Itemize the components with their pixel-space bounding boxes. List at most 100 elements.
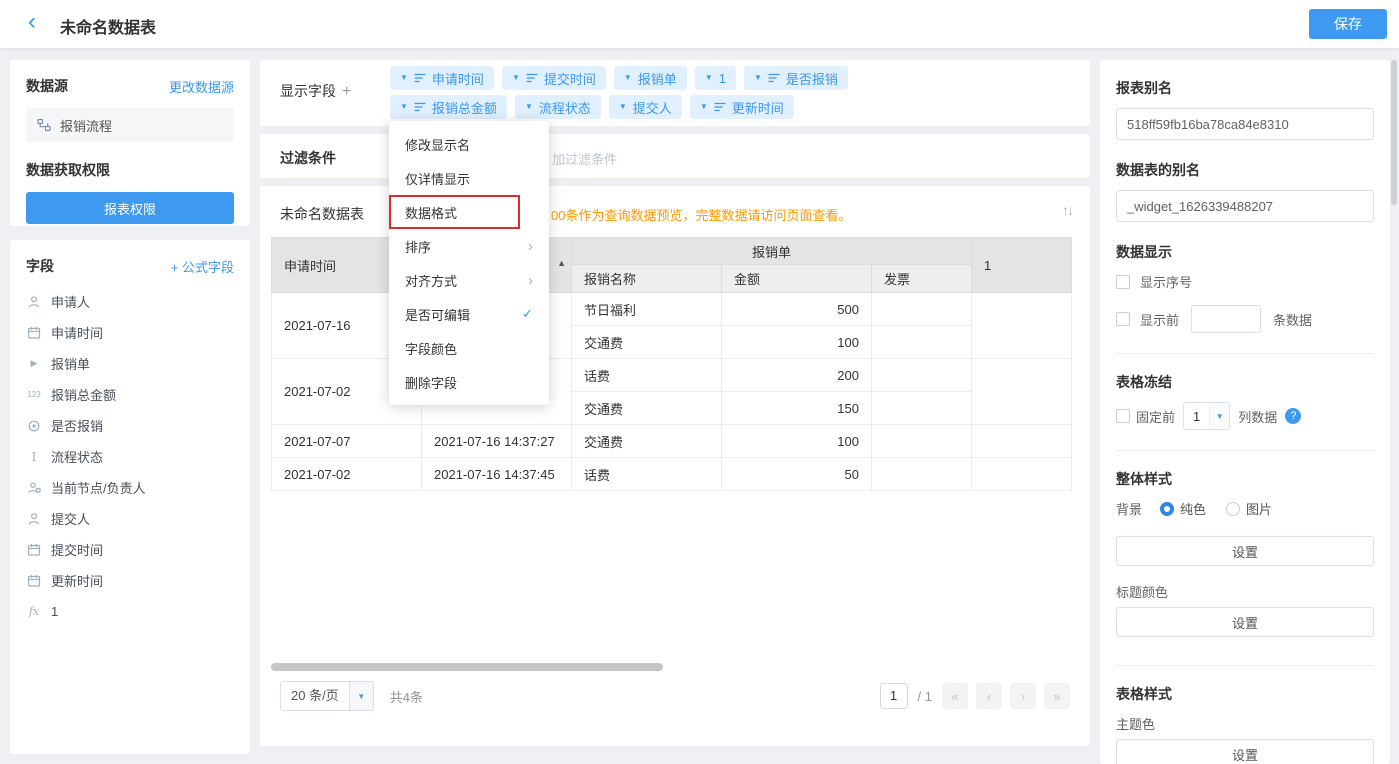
add-formula-field-link[interactable]: + 公式字段 <box>171 257 234 276</box>
radio-image[interactable]: 图片 <box>1226 499 1272 518</box>
field-item[interactable]: 当前节点/负责人 <box>26 472 234 503</box>
show-index-checkbox[interactable] <box>1116 275 1130 289</box>
sort-lines-icon <box>768 72 780 84</box>
preview-notice: 00条作为查询数据预览，完整数据请访问页面查看。 <box>551 205 851 224</box>
field-item[interactable]: 123 报销总金额 <box>26 379 234 410</box>
prev-page-button[interactable]: ‹ <box>976 683 1002 709</box>
save-button[interactable]: 保存 <box>1309 9 1387 39</box>
field-chip[interactable]: ▼ 报销单 <box>614 66 687 90</box>
chevron-down-icon: ▼ <box>624 74 632 82</box>
current-page-input[interactable]: 1 <box>880 683 908 709</box>
show-first-checkbox[interactable] <box>1116 312 1130 326</box>
field-chip[interactable]: ▼ 是否报销 <box>744 66 848 90</box>
calendar-icon <box>26 543 42 557</box>
show-first-count-input[interactable] <box>1191 305 1261 333</box>
chevron-down-icon: ▼ <box>400 103 408 111</box>
report-alias-input[interactable] <box>1116 108 1374 140</box>
menu-item-sort[interactable]: 排序› <box>389 229 549 263</box>
menu-item-field-color[interactable]: 字段颜色 <box>389 331 549 365</box>
back-icon[interactable]: ‹ <box>28 8 36 36</box>
column-group-header: 报销单 <box>572 238 972 265</box>
field-item[interactable]: I 流程状态 <box>26 441 234 472</box>
background-set-button[interactable]: 设置 <box>1116 536 1374 566</box>
table-card: 未命名数据表 00条作为查询数据预览，完整数据请访问页面查看。 ↑↓ 申请时间 … <box>260 186 1090 746</box>
field-item[interactable]: 是否报销 <box>26 410 234 441</box>
datasource-title: 数据源 <box>26 76 68 96</box>
cell-amount: 500 <box>722 293 872 326</box>
sort-asc-icon: ▲ <box>557 258 566 268</box>
number-icon: 123 <box>26 390 42 399</box>
field-chip[interactable]: ▼ 更新时间 <box>690 95 794 119</box>
report-permission-button[interactable]: 报表权限 <box>26 192 234 224</box>
page-size-select[interactable]: 20 条/页 ▼ <box>280 681 374 711</box>
sort-toggle-icon[interactable]: ↑↓ <box>1062 202 1072 218</box>
menu-item-delete-field[interactable]: 删除字段 <box>389 365 549 399</box>
table-alias-title: 数据表的别名 <box>1116 160 1374 180</box>
field-item[interactable]: 申请人 <box>26 286 234 317</box>
menu-item-alignment[interactable]: 对齐方式› <box>389 263 549 297</box>
datasource-name: 报销流程 <box>60 116 112 135</box>
chevron-down-icon: ▼ <box>705 74 713 82</box>
radio-icon <box>26 419 42 433</box>
field-item[interactable]: 更新时间 <box>26 565 234 596</box>
cell-extra <box>972 458 1072 491</box>
freeze-checkbox[interactable] <box>1116 409 1130 423</box>
help-icon[interactable]: ? <box>1285 408 1301 424</box>
filter-card: 过滤条件 加过滤条件 <box>260 134 1090 178</box>
datasource-item[interactable]: 报销流程 <box>26 108 234 142</box>
menu-item-editable[interactable]: 是否可编辑✓ <box>389 297 549 331</box>
next-page-button[interactable]: › <box>1010 683 1036 709</box>
datasource-panel: 数据源 更改数据源 报销流程 数据获取权限 报表权限 <box>10 60 250 226</box>
theme-color-set-button[interactable]: 设置 <box>1116 739 1374 764</box>
menu-item-detail-only[interactable]: 仅详情显示 <box>389 161 549 195</box>
horizontal-scrollbar[interactable] <box>271 663 663 671</box>
field-chip[interactable]: ▼ 提交时间 <box>502 66 606 90</box>
flow-icon <box>36 118 52 132</box>
last-page-button[interactable]: » <box>1044 683 1070 709</box>
display-fields-title: 显示字段+ <box>280 81 351 101</box>
freeze-count-select[interactable]: 1 ▼ <box>1183 402 1230 430</box>
cell-invoice <box>872 326 972 359</box>
chevron-down-icon: ▼ <box>1209 402 1229 430</box>
change-datasource-link[interactable]: 更改数据源 <box>169 77 234 96</box>
radio-solid-color[interactable]: 纯色 <box>1160 499 1206 518</box>
permission-title: 数据获取权限 <box>26 160 234 180</box>
field-item[interactable]: 申请时间 <box>26 317 234 348</box>
field-chip-active[interactable]: ▼ 报销总金额 <box>390 95 507 119</box>
column-header-extra[interactable]: 1 <box>972 238 1072 293</box>
column-header-invoice[interactable]: 发票 <box>872 265 972 293</box>
field-chip[interactable]: ▼ 申请时间 <box>390 66 494 90</box>
background-label: 背景 <box>1116 499 1142 518</box>
add-field-icon[interactable]: + <box>342 83 351 100</box>
column-header-amount[interactable]: 金额 <box>722 265 872 293</box>
field-chip[interactable]: ▼ 提交人 <box>609 95 682 119</box>
page-title: 未命名数据表 <box>60 14 156 38</box>
total-count: 共4条 <box>390 687 423 706</box>
cell-invoice <box>872 425 972 458</box>
first-page-button[interactable]: « <box>942 683 968 709</box>
table-title: 未命名数据表 <box>280 204 364 224</box>
settings-panel: 报表别名 数据表的别名 数据显示 显示序号 显示前 条数据 表格冻结 固定前 1… <box>1100 60 1390 764</box>
title-color-set-button[interactable]: 设置 <box>1116 607 1374 637</box>
table-alias-input[interactable] <box>1116 190 1374 222</box>
vertical-scrollbar[interactable] <box>1391 60 1397 205</box>
chevron-down-icon: ▼ <box>349 682 373 710</box>
menu-item-rename[interactable]: 修改显示名 <box>389 127 549 161</box>
field-item[interactable]: 提交人 <box>26 503 234 534</box>
field-item[interactable]: ▶ 报销单 <box>26 348 234 379</box>
menu-item-data-format[interactable]: 数据格式 <box>389 195 549 229</box>
cell-amount: 50 <box>722 458 872 491</box>
cell-name: 话费 <box>572 359 722 392</box>
sort-lines-icon <box>414 101 426 113</box>
cell-name: 交通费 <box>572 392 722 425</box>
sort-lines-icon <box>526 72 538 84</box>
radio-selected-icon <box>1160 502 1174 516</box>
field-item[interactable]: 提交时间 <box>26 534 234 565</box>
field-item[interactable]: fx 1 <box>26 596 234 627</box>
field-chip[interactable]: ▼ 1 <box>695 66 736 90</box>
add-filter-link[interactable]: 加过滤条件 <box>552 149 617 168</box>
field-chip[interactable]: ▼ 流程状态 <box>515 95 601 119</box>
column-header-name[interactable]: 报销名称 <box>572 265 722 293</box>
cell-invoice <box>872 359 972 392</box>
person-icon <box>26 512 42 526</box>
